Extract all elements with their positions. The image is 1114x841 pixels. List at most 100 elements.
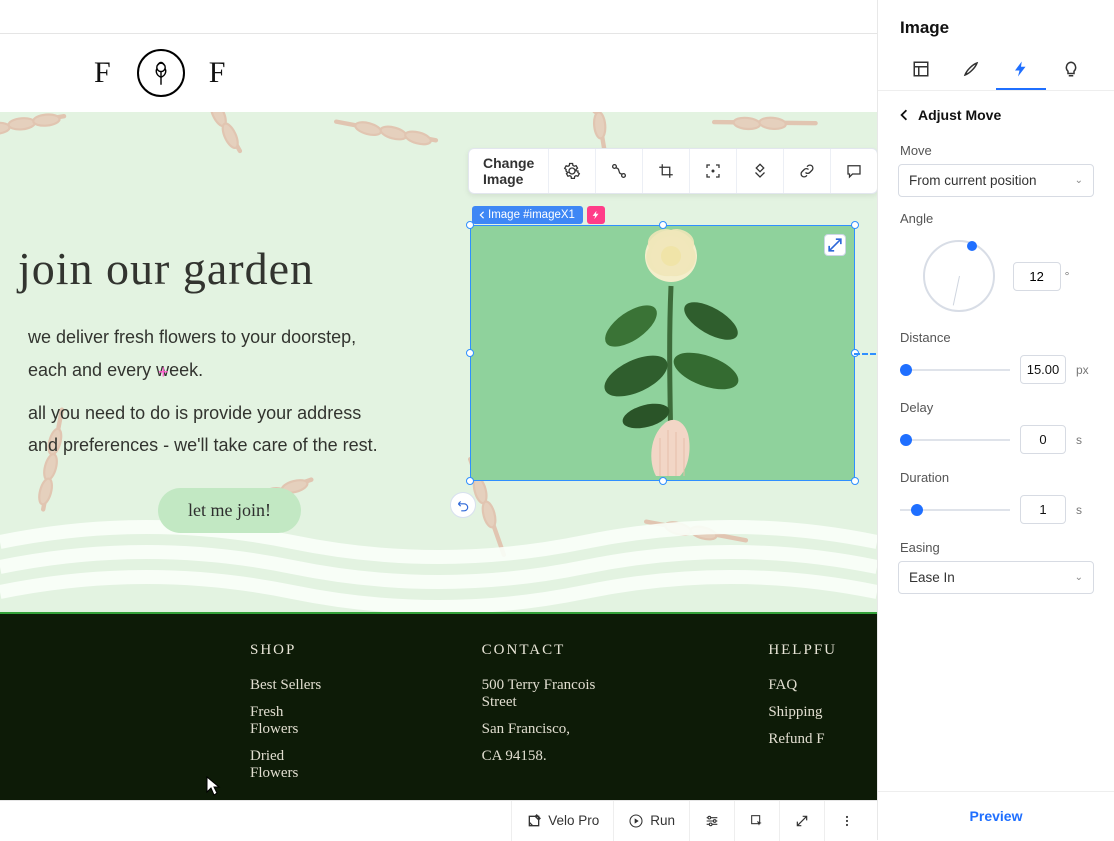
element-id-label: Image #imageX1 bbox=[488, 209, 575, 221]
chevron-down-icon: ⌄ bbox=[1075, 175, 1083, 186]
panel-title: Image bbox=[878, 0, 1114, 50]
join-button[interactable]: let me join! bbox=[158, 488, 301, 533]
change-image-button[interactable]: Change Image bbox=[469, 149, 549, 193]
angle-handle[interactable] bbox=[967, 241, 977, 251]
editor-canvas[interactable]: join our garden we deliver fresh flowers… bbox=[0, 112, 877, 800]
tab-design-icon[interactable] bbox=[946, 50, 996, 90]
velo-button[interactable]: Velo Pro bbox=[511, 801, 613, 841]
logo-letter-right: F bbox=[209, 56, 228, 90]
preview-bar: Preview bbox=[878, 791, 1114, 840]
run-label: Run bbox=[650, 813, 675, 828]
delay-input[interactable]: 0 bbox=[1020, 425, 1066, 454]
rose-image bbox=[576, 216, 756, 486]
distance-input[interactable]: 15.00 bbox=[1020, 355, 1066, 384]
hero-sub-line: and preferences - we'll take care of the… bbox=[28, 431, 458, 460]
sliders-icon[interactable] bbox=[689, 801, 734, 841]
footer-col-shop: SHOP Best Sellers Fresh Flowers Dried Fl… bbox=[250, 642, 322, 792]
hero-title: join our garden bbox=[18, 242, 458, 295]
crop-icon[interactable] bbox=[643, 149, 690, 193]
hero-sub-line: all you need to do is provide your addre… bbox=[28, 399, 458, 428]
velo-label: Velo Pro bbox=[548, 813, 599, 828]
animation-icon[interactable] bbox=[737, 149, 784, 193]
settings-icon[interactable] bbox=[549, 149, 596, 193]
fullscreen-icon[interactable] bbox=[779, 801, 824, 841]
cursor-icon bbox=[206, 776, 222, 800]
logo-letter-left: F bbox=[94, 56, 113, 90]
footer-col-links: HELPFU FAQ Shipping Refund F bbox=[768, 642, 837, 792]
footer-text: CA 94158. bbox=[482, 748, 609, 765]
focus-icon[interactable] bbox=[690, 149, 737, 193]
footer-col-contact: CONTACT 500 Terry Francois Street San Fr… bbox=[482, 642, 609, 792]
hero-text: join our garden we deliver fresh flowers… bbox=[18, 242, 458, 533]
footer-link[interactable]: Shipping bbox=[768, 704, 837, 721]
preview-button[interactable]: Preview bbox=[970, 808, 1023, 824]
easing-label: Easing bbox=[878, 526, 1114, 561]
tab-layout-icon[interactable] bbox=[896, 50, 946, 90]
resize-handle[interactable] bbox=[466, 349, 474, 357]
resize-handle[interactable] bbox=[851, 477, 859, 485]
bottom-toolbar: Velo Pro Run bbox=[0, 800, 877, 840]
easing-select[interactable]: Ease In ⌄ bbox=[898, 561, 1094, 594]
footer-heading: HELPFU bbox=[768, 642, 837, 659]
duration-slider[interactable] bbox=[900, 501, 1010, 519]
resize-handle[interactable] bbox=[659, 477, 667, 485]
distance-unit: px bbox=[1076, 363, 1092, 377]
leaf-decoration bbox=[143, 112, 287, 190]
angle-unit: ° bbox=[1065, 269, 1070, 283]
resize-handle[interactable] bbox=[466, 477, 474, 485]
footer-link[interactable]: Fresh Flowers bbox=[250, 704, 322, 738]
delay-unit: s bbox=[1076, 433, 1092, 447]
hero-sub-line: each and every week. bbox=[28, 356, 458, 385]
inspect-icon[interactable] bbox=[734, 801, 779, 841]
duration-unit: s bbox=[1076, 503, 1092, 517]
angle-dial[interactable] bbox=[923, 240, 995, 312]
footer-text: 500 Terry Francois Street bbox=[482, 677, 609, 711]
delay-slider[interactable] bbox=[900, 431, 1010, 449]
hero-section: join our garden we deliver fresh flowers… bbox=[0, 112, 877, 612]
footer-heading: SHOP bbox=[250, 642, 322, 659]
chevron-down-icon: ⌄ bbox=[1075, 572, 1083, 583]
resize-handle[interactable] bbox=[659, 221, 667, 229]
site-logo: F F bbox=[94, 49, 227, 97]
expand-icon[interactable] bbox=[824, 234, 846, 256]
footer-link[interactable]: Dried Flowers bbox=[250, 748, 322, 782]
footer-link[interactable]: Best Sellers bbox=[250, 677, 322, 694]
link-icon[interactable] bbox=[784, 149, 831, 193]
alignment-guide bbox=[854, 353, 876, 355]
resize-handle[interactable] bbox=[851, 221, 859, 229]
move-select-value: From current position bbox=[909, 173, 1037, 188]
footer-link[interactable]: FAQ bbox=[768, 677, 837, 694]
duration-input[interactable]: 1 bbox=[1020, 495, 1066, 524]
tab-animation-icon[interactable] bbox=[996, 50, 1046, 90]
easing-select-value: Ease In bbox=[909, 570, 955, 585]
animation-badge-icon[interactable] bbox=[587, 206, 605, 224]
back-button[interactable]: Adjust Move bbox=[878, 91, 1114, 129]
selected-image-frame[interactable] bbox=[470, 225, 855, 481]
distance-slider[interactable] bbox=[900, 361, 1010, 379]
hero-sub-line: we deliver fresh flowers to your doorste… bbox=[28, 323, 458, 352]
inspector-panel: Image Adjust Move Move From current posi… bbox=[877, 0, 1114, 840]
run-button[interactable]: Run bbox=[613, 801, 689, 841]
more-icon[interactable] bbox=[824, 801, 869, 841]
back-label: Adjust Move bbox=[918, 107, 1001, 123]
logo-emblem bbox=[137, 49, 185, 97]
path-icon[interactable] bbox=[596, 149, 643, 193]
angle-indicator bbox=[952, 276, 959, 306]
angle-label: Angle bbox=[878, 197, 1114, 232]
element-id-badge[interactable]: Image #imageX1 bbox=[472, 206, 583, 224]
leaf-decoration bbox=[0, 112, 103, 207]
footer-heading: CONTACT bbox=[482, 642, 609, 659]
move-select[interactable]: From current position ⌄ bbox=[898, 164, 1094, 197]
move-label: Move bbox=[878, 129, 1114, 164]
angle-input[interactable] bbox=[1013, 262, 1061, 291]
comment-icon[interactable] bbox=[831, 149, 877, 193]
distance-label: Distance bbox=[878, 316, 1114, 351]
tab-tips-icon[interactable] bbox=[1046, 50, 1096, 90]
element-toolbar: Change Image bbox=[468, 148, 877, 194]
leaf-decoration bbox=[319, 112, 472, 214]
element-badge-row: Image #imageX1 bbox=[472, 206, 605, 224]
undo-icon[interactable] bbox=[450, 492, 476, 518]
panel-tabs bbox=[878, 50, 1114, 91]
footer-link[interactable]: Refund F bbox=[768, 731, 837, 748]
anchor-marker-icon: + bbox=[158, 362, 169, 383]
